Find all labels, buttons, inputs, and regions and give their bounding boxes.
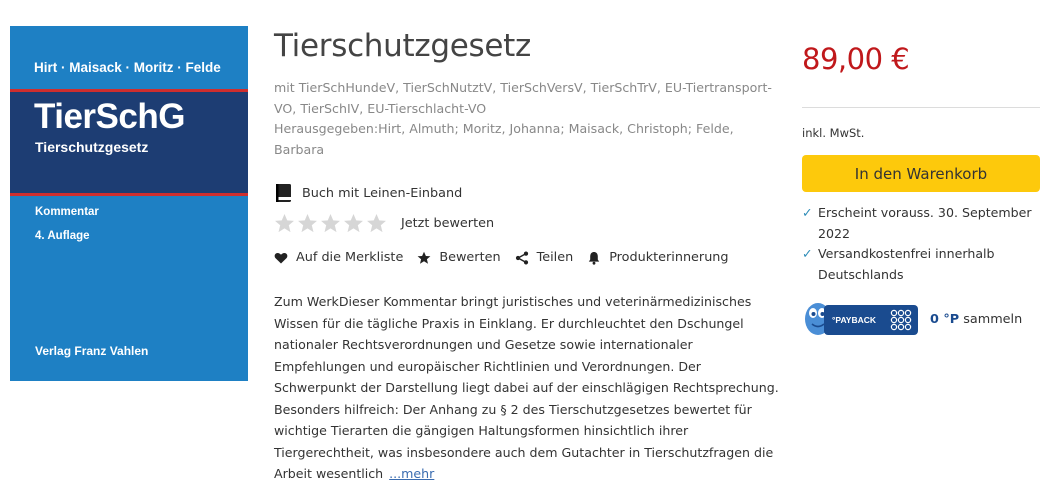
book-icon [276,184,291,202]
book-cover-image[interactable]: Hirt · Maisack · Moritz · Felde TierSchG… [10,26,248,381]
rate-label: Bewerten [439,250,501,265]
availability-info: ✓ Erscheint vorauss. 30. September 2022 … [802,203,1040,285]
reminder-label: Produkterinnerung [609,250,729,265]
rate-button[interactable]: Bewerten [417,250,501,265]
rating-stars[interactable] [274,213,387,234]
meta-line: mit TierSchHundeV, TierSchNutztV, TierSc… [274,80,772,95]
payback-points: °PAYBACK 0 °P sammeln [802,297,1022,341]
checkmark-icon: ✓ [802,246,813,261]
payback-card: °PAYBACK [824,305,918,335]
release-date-line: 2022 [818,225,851,241]
meta-line: VO, TierSchIV, EU-Tierschlacht-VO [274,100,487,116]
description-line: wichtige Tierarten die gängigen Haltungs… [274,423,689,438]
description-last-line: Arbeit wesentlich ...mehr [274,463,786,485]
free-shipping-info: ✓ Versandkostenfrei innerhalb Deutschlan… [802,244,1040,285]
description-line: nationaler Rechtsverordnungen und Gesetz… [274,337,693,352]
description-line: Wissen für die tägliche Praxis in Einkla… [274,315,744,331]
points-label: sammeln [963,311,1023,327]
rating-star-icon[interactable] [297,213,318,234]
description-line: Besonders hilfreich: Der Anhang zu § 2 d… [274,401,752,417]
cover-publisher: Verlag Franz Vahlen [35,344,149,358]
product-format: Buch mit Leinen-Einband [274,183,462,203]
rating-star-icon[interactable] [343,213,364,234]
description-line: Zum WerkDieser Kommentar bringt juristis… [274,294,752,309]
product-description: Zum WerkDieser Kommentar bringt juristis… [274,291,786,485]
add-to-cart-button[interactable]: In den Warenkorb [802,155,1040,192]
rating-star-icon[interactable] [320,213,341,234]
action-bar: Auf die Merkliste Bewerten Teilen Produk… [274,250,743,265]
cover-edition: 4. Auflage [35,230,90,242]
cover-authors: Hirt · Maisack · Moritz · Felde [34,60,221,75]
wishlist-button[interactable]: Auf die Merkliste [274,250,403,265]
rate-now-link[interactable]: Jetzt bewerten [401,216,494,231]
description-line: Arbeit wesentlich [274,466,384,481]
release-date-info: ✓ Erscheint vorauss. 30. September 2022 [802,203,1040,244]
free-shipping-line: Deutschlands [818,266,904,282]
payback-logo: °PAYBACK [802,297,920,341]
free-shipping-line: Versandkostenfrei innerhalb [818,246,995,261]
star-icon [417,251,431,264]
cover-abbreviation: TierSchG [34,97,185,136]
cover-type: Kommentar [35,206,99,218]
product-title: Tierschutzgesetz [274,28,531,64]
format-label: Buch mit Leinen-Einband [302,185,463,201]
share-icon [515,251,528,264]
rating-star-icon[interactable] [274,213,295,234]
divider [802,107,1040,108]
payback-brand: °PAYBACK [832,315,877,325]
meta-line: Barbara [274,141,325,157]
cover-subtitle: Tierschutzgesetz [35,139,149,155]
checkmark-icon: ✓ [802,205,813,220]
heart-icon [274,252,288,263]
rating-row: Jetzt bewerten [274,213,494,234]
release-date-line: Erscheint vorauss. 30. September [818,205,1032,220]
share-button[interactable]: Teilen [515,250,574,265]
payback-dots-icon [890,309,912,331]
product-meta: mit TierSchHundeV, TierSchNutztV, TierSc… [274,78,774,160]
share-label: Teilen [536,250,574,265]
description-line: Tiergerechtheit, was insbesondere auch d… [274,444,774,460]
description-line: Schwerpunkt der Darstellung liegt dabei … [274,380,779,395]
rating-star-icon[interactable] [366,213,387,234]
meta-line: Herausgegeben:Hirt, Almuth; Moritz, Joha… [274,121,734,136]
points-value: 0 °P [930,311,960,327]
product-reminder-button[interactable]: Produkterinnerung [587,250,729,265]
payback-points-text: 0 °P sammeln [930,312,1022,327]
wishlist-label: Auf die Merkliste [296,250,404,265]
bell-icon [588,251,600,265]
tax-note: inkl. MwSt. [802,126,865,140]
description-line: Empfehlungen und europäischer Richtlinie… [274,358,701,374]
price: 89,00 € [802,42,910,76]
read-more-link[interactable]: ...mehr [389,466,434,481]
